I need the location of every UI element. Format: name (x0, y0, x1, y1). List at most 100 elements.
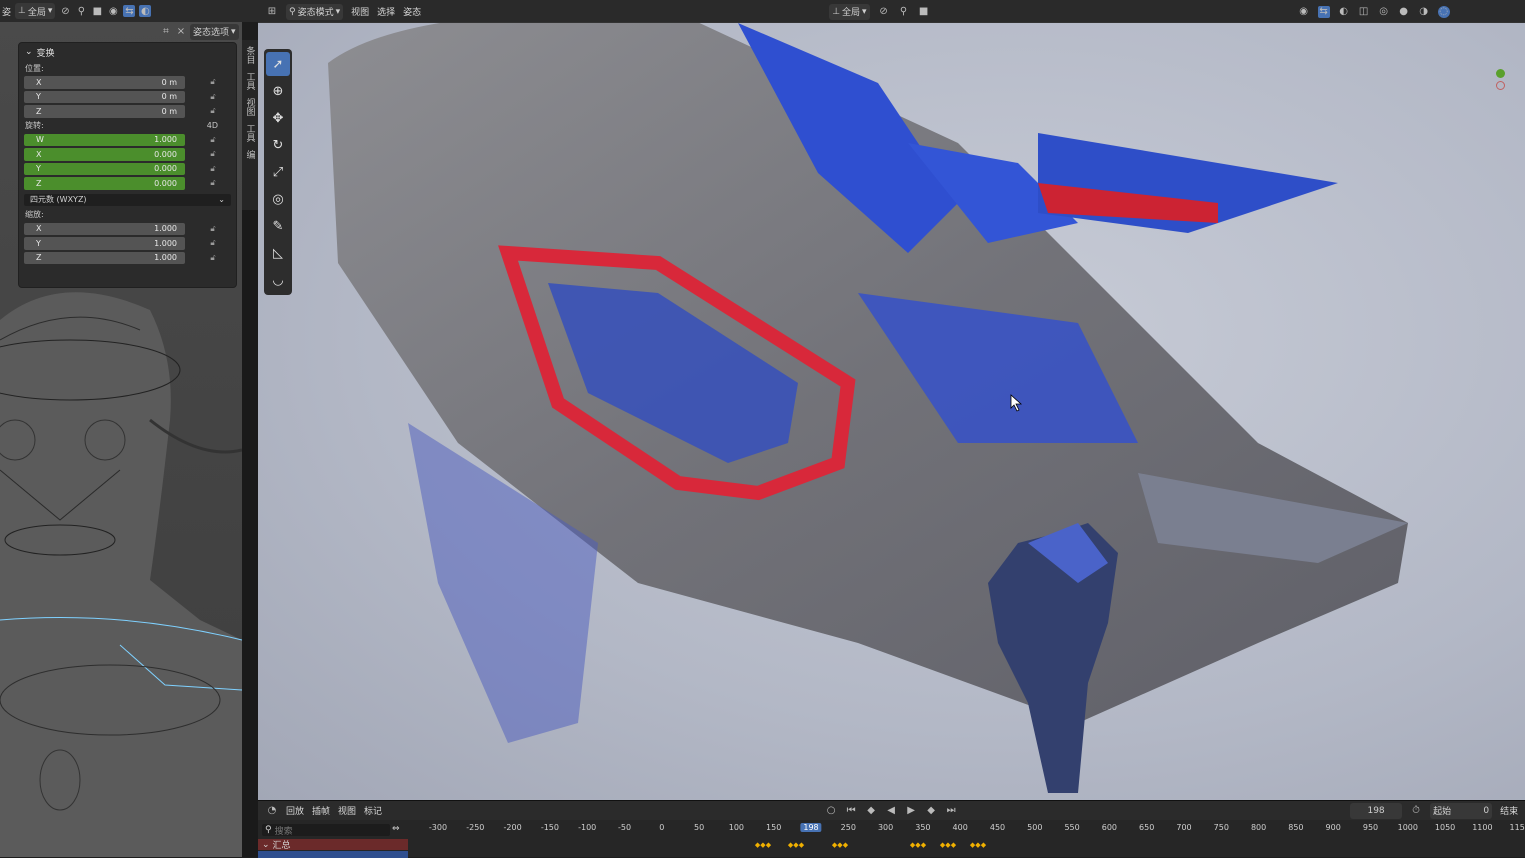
rendered-shading-icon[interactable]: ◌ (1437, 5, 1450, 18)
axis-label: Y (36, 238, 41, 248)
select-tool-icon[interactable]: ➚ (266, 52, 290, 76)
next-key-icon[interactable]: ◆ (925, 805, 937, 817)
lock-icon[interactable]: 🔓︎ (204, 238, 222, 248)
location-z-field[interactable]: Z 0 m (24, 105, 185, 118)
proportional-icon[interactable]: ■ (91, 5, 103, 17)
sidebar-tab[interactable]: 视图 (244, 98, 257, 116)
current-frame-field[interactable]: 198 (1350, 802, 1403, 819)
menu-keying[interactable]: 插帧 (312, 804, 330, 817)
menu-pose[interactable]: 姿态 (403, 5, 421, 18)
record-icon[interactable]: ○ (825, 805, 837, 817)
search-input[interactable]: ⚲ 搜索 (262, 824, 390, 837)
sidebar-tab[interactable]: 工具 (244, 124, 257, 142)
menu-marker[interactable]: 标记 (364, 804, 382, 817)
visibility-icon[interactable]: ◉ (107, 5, 119, 17)
scale-x-field[interactable]: X 1.000 (24, 222, 185, 235)
overlay-icon[interactable]: ◐ (139, 5, 152, 17)
frame-ruler[interactable]: -300 -250 -200 -150 -100 -50 0 50 100 150 198 250 30… (408, 823, 1525, 837)
axis-label: Z (36, 253, 42, 263)
rotation-w-field[interactable]: W 1.000 (24, 133, 185, 146)
menu-select[interactable]: 选择 (377, 5, 395, 18)
keyframe-marker[interactable]: ◆◆◆ (940, 841, 956, 849)
sidebar-tab[interactable]: 条目 (244, 46, 257, 64)
play-icon[interactable]: ▶ (905, 805, 917, 817)
overlay-icon[interactable]: ◐ (1338, 6, 1350, 18)
mode-dropdown[interactable]: ⚲ 姿态模式 ▾ (286, 3, 344, 20)
scale-tool-icon[interactable]: ⤢ (266, 160, 290, 184)
keyframe-marker[interactable]: ◆◆◆ (755, 841, 771, 849)
lock-icon[interactable]: 🔓︎ (204, 178, 222, 188)
swap-icon[interactable]: ⇔ (392, 824, 400, 834)
summary-channel[interactable]: ⌄ 汇总 (258, 839, 408, 851)
prev-key-icon[interactable]: ◆ (865, 805, 877, 817)
clock-icon[interactable]: ◔ (266, 805, 278, 817)
gizmo-y-axis[interactable] (1496, 69, 1505, 78)
rotation-mode-dropdown[interactable]: 四元数 (WXYZ) ⌄ (24, 193, 231, 206)
keyframe-marker[interactable]: ◆◆◆ (910, 841, 926, 849)
menu-playback[interactable]: 回放 (286, 804, 304, 817)
keyframe-marker[interactable]: ◆◆◆ (832, 841, 848, 849)
pivot-icon[interactable]: ⊘ (59, 5, 71, 17)
visibility-icon[interactable]: ◉ (1298, 6, 1310, 18)
measure-tool-icon[interactable]: ◺ (266, 241, 290, 265)
keyframe-marker[interactable]: ◆◆◆ (788, 841, 804, 849)
menu-view[interactable]: 视图 (351, 5, 369, 18)
gizmo-x-axis[interactable] (1496, 81, 1505, 90)
location-y-field[interactable]: Y 0 m (24, 90, 185, 103)
transform-orientation-dropdown[interactable]: ⊥ 全局 ▾ (15, 3, 56, 19)
play-reverse-icon[interactable]: ◀ (885, 805, 897, 817)
move-tool-icon[interactable]: ✥ (266, 106, 290, 130)
lock-icon[interactable]: 🔓︎ (204, 92, 222, 102)
pivot-icon[interactable]: ⊘ (878, 6, 890, 18)
lock-icon[interactable]: 🔓︎ (204, 224, 222, 234)
main-viewport[interactable]: ➚ ⊕ ✥ ↻ ⤢ ◎ ✎ ◺ ◡ (258, 22, 1525, 800)
keyframe-marker[interactable]: ◆◆◆ (970, 841, 986, 849)
rotate-tool-icon[interactable]: ↻ (266, 133, 290, 157)
axis-value: 0.000 (154, 164, 177, 174)
lock-icon[interactable]: 🔓︎ (204, 135, 222, 145)
gizmo-icon[interactable]: ⇆ (123, 5, 136, 17)
snap-icon[interactable]: ⚲ (75, 5, 87, 17)
area-divider[interactable] (242, 210, 258, 857)
solid-shading-icon[interactable]: ● (1398, 6, 1410, 18)
rotation-z-field[interactable]: Z 0.000 (24, 177, 185, 190)
sidebar-tab[interactable]: 编 (244, 150, 257, 159)
character-head-wireframe (0, 292, 242, 857)
end-label[interactable]: 结束 (1500, 804, 1518, 817)
annotate-tool-icon[interactable]: ✎ (266, 214, 290, 238)
scale-z-field[interactable]: Z 1.000 (24, 251, 185, 264)
wireframe-shading-icon[interactable]: ◎ (1378, 6, 1390, 18)
xray-icon[interactable]: ◫ (1358, 6, 1370, 18)
lock-icon[interactable]: 🔓︎ (204, 149, 222, 159)
lock-icon[interactable]: 🔓︎ (204, 106, 222, 116)
start-frame-field[interactable]: 起始 0 (1430, 802, 1493, 819)
panel-header[interactable]: ⌄ 变换 (19, 43, 236, 61)
menu-view[interactable]: 视图 (338, 804, 356, 817)
cursor-tool-icon[interactable]: ⊕ (266, 79, 290, 103)
rotation-4d-toggle[interactable]: 4D (207, 121, 218, 130)
timeline-header: ◔ 回放 插帧 视图 标记 ○ ⏮ ◆ ◀ ▶ ◆ ⏭ 198 ⏱ 起始 0 结束 (258, 801, 1525, 820)
frame-tick: -300 (428, 823, 448, 832)
pose-tool-icon[interactable]: ◡ (266, 268, 290, 292)
snap-icon[interactable]: ⚲ (898, 6, 910, 18)
rotation-y-field[interactable]: Y 0.000 (24, 162, 185, 175)
pose-options-button[interactable]: 姿态选项 ▾ (190, 23, 239, 40)
location-x-field[interactable]: X 0 m (24, 76, 185, 89)
transform-orientation-dropdown[interactable]: ⊥ 全局 ▾ (829, 3, 870, 20)
material-shading-icon[interactable]: ◑ (1418, 6, 1430, 18)
scale-y-field[interactable]: Y 1.000 (24, 237, 185, 250)
stopwatch-icon[interactable]: ⏱ (1410, 805, 1422, 817)
editor-type-icon[interactable]: ⊞ (266, 6, 278, 18)
transform-tool-icon[interactable]: ◎ (266, 187, 290, 211)
lock-icon[interactable]: 🔓︎ (204, 164, 222, 174)
lock-icon[interactable]: 🔓︎ (204, 253, 222, 263)
proportional-icon[interactable]: ■ (918, 6, 930, 18)
lock-icon[interactable]: 🔓︎ (204, 77, 222, 87)
rotation-x-field[interactable]: X 0.000 (24, 148, 185, 161)
sidebar-tab[interactable]: 工具 (244, 72, 257, 90)
gizmo-icon[interactable]: ⇆ (1317, 5, 1330, 18)
jump-start-icon[interactable]: ⏮ (845, 805, 857, 817)
pin-icon[interactable]: ⌗ (160, 26, 172, 38)
close-icon[interactable]: × (175, 26, 187, 38)
jump-end-icon[interactable]: ⏭ (945, 805, 957, 817)
